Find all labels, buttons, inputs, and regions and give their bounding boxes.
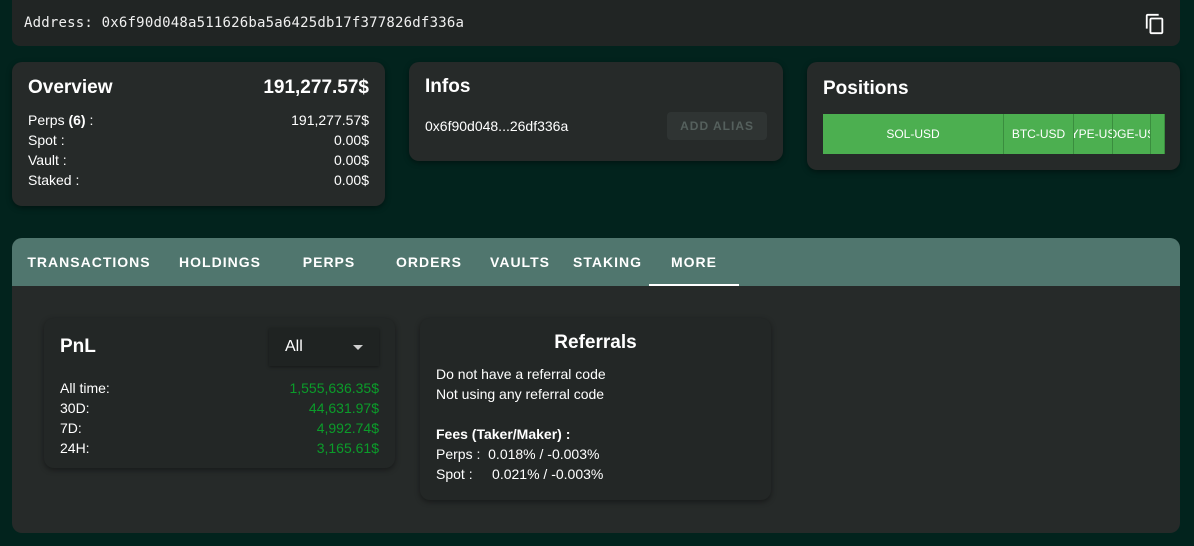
- infos-title: Infos: [425, 76, 471, 97]
- overview-title: Overview: [28, 77, 113, 98]
- pnl-row-24h: 24H: 3,165.61$: [60, 438, 379, 458]
- pnl-label: All time:: [60, 380, 110, 396]
- tab-more[interactable]: MORE: [649, 238, 739, 286]
- position-segment-doge[interactable]: DOGE-USD: [1113, 114, 1151, 154]
- overview-value: 0.00$: [333, 152, 369, 168]
- referrals-card: Referrals Do not have a referral code No…: [420, 318, 771, 500]
- overview-label: Vault :: [28, 152, 67, 168]
- pnl-value: 44,631.97$: [308, 400, 379, 416]
- overview-label: Staked :: [28, 172, 80, 188]
- pnl-label: 30D:: [60, 400, 90, 416]
- overview-row-staked: Staked : 0.00$: [28, 170, 369, 190]
- position-segment-sol[interactable]: SOL-USD: [823, 114, 1004, 154]
- pnl-value: 3,165.61$: [316, 440, 379, 456]
- fees-perps-label: Perps :: [436, 446, 481, 462]
- pnl-title: PnL: [60, 336, 96, 357]
- address-bar: Address: 0x6f90d048a511626ba5a6425db17f3…: [12, 0, 1180, 46]
- pnl-row-7d: 7D: 4,992.74$: [60, 418, 379, 438]
- overview-label: Perps (6) :: [28, 112, 94, 128]
- pnl-label: 24H:: [60, 440, 90, 456]
- overview-total: 191,277.57$: [263, 77, 369, 98]
- fees-spot-value: 0.021% / -0.003%: [492, 466, 604, 482]
- overview-value: 191,277.57$: [291, 112, 369, 128]
- positions-card: Positions SOL-USD BTC-USD HYPE-USD DOGE-…: [807, 62, 1180, 170]
- pnl-row-30d: 30D: 44,631.97$: [60, 398, 379, 418]
- tab-vaults[interactable]: VAULTS: [474, 238, 566, 286]
- positions-title: Positions: [823, 78, 909, 99]
- add-alias-button[interactable]: ADD ALIAS: [667, 112, 767, 140]
- referral-status: Do not have a referral code: [436, 366, 606, 382]
- fees-spot-label: Spot :: [436, 466, 473, 482]
- pnl-value: 4,992.74$: [316, 420, 379, 436]
- position-segment-btc[interactable]: BTC-USD: [1004, 114, 1074, 154]
- infos-card: Infos 0x6f90d048...26df336a ADD ALIAS: [409, 62, 783, 161]
- short-address: 0x6f90d048...26df336a: [425, 118, 569, 134]
- overview-row-vault: Vault : 0.00$: [28, 150, 369, 170]
- address-value: 0x6f90d048a511626ba5a6425db17f377826df33…: [101, 15, 465, 31]
- caret-down-icon: [353, 344, 363, 350]
- overview-row-perps: Perps (6) : 191,277.57$: [28, 110, 369, 130]
- overview-value: 0.00$: [333, 132, 369, 148]
- position-segment-other[interactable]: [1151, 114, 1165, 154]
- fees-perps: Perps : 0.018% / -0.003%: [436, 444, 755, 464]
- tab-orders[interactable]: ORDERS: [384, 238, 474, 286]
- fees-title: Fees (Taker/Maker) :: [436, 426, 571, 442]
- address-label: Address:: [24, 15, 94, 31]
- overview-value: 0.00$: [333, 172, 369, 188]
- pnl-filter-select[interactable]: All: [269, 328, 379, 366]
- copy-icon[interactable]: [1144, 13, 1166, 35]
- pnl-card: PnL All All time: 1,555,636.35$ 30D: 44,…: [44, 318, 395, 468]
- pnl-value: 1,555,636.35$: [289, 380, 379, 396]
- overview-row-spot: Spot : 0.00$: [28, 130, 369, 150]
- address-text: Address: 0x6f90d048a511626ba5a6425db17f3…: [24, 15, 464, 31]
- positions-bar: SOL-USD BTC-USD HYPE-USD DOGE-USD: [823, 114, 1165, 154]
- fees-spot: Spot : 0.021% / -0.003%: [436, 464, 755, 484]
- tab-transactions[interactable]: TRANSACTIONS: [12, 238, 166, 286]
- position-segment-hype[interactable]: HYPE-USD: [1074, 114, 1113, 154]
- pnl-row-all-time: All time: 1,555,636.35$: [60, 378, 379, 398]
- tab-holdings[interactable]: HOLDINGS: [166, 238, 274, 286]
- tabs-panel: TRANSACTIONS HOLDINGS PERPS ORDERS VAULT…: [12, 238, 1180, 533]
- fees-perps-value: 0.018% / -0.003%: [488, 446, 600, 462]
- pnl-label: 7D:: [60, 420, 82, 436]
- perps-count: (6): [68, 112, 86, 128]
- overview-card: Overview 191,277.57$ Perps (6) : 191,277…: [12, 62, 385, 206]
- tab-perps[interactable]: PERPS: [274, 238, 384, 286]
- overview-label: Spot :: [28, 132, 65, 148]
- referral-usage: Not using any referral code: [436, 386, 605, 402]
- tab-bar: TRANSACTIONS HOLDINGS PERPS ORDERS VAULT…: [12, 238, 1180, 286]
- pnl-filter-value: All: [285, 338, 303, 355]
- tab-staking[interactable]: STAKING: [566, 238, 649, 286]
- referrals-title: Referrals: [554, 332, 637, 353]
